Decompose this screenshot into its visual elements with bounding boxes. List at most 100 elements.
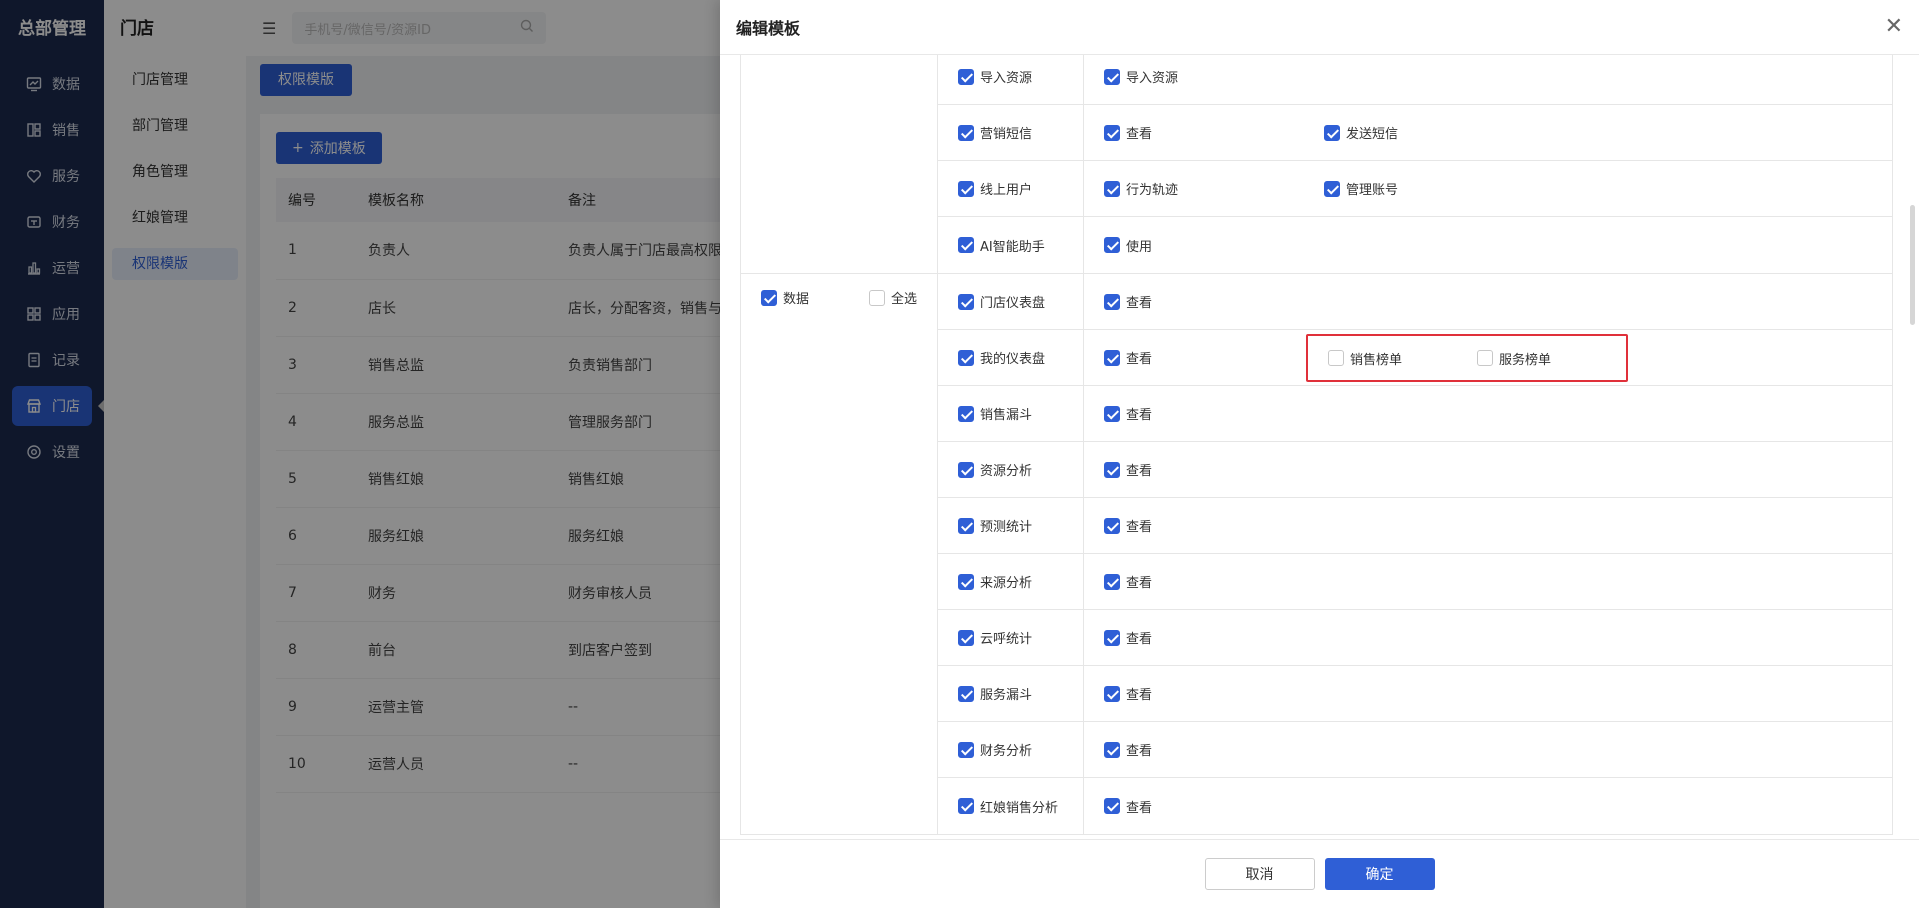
permission-label: 管理账号 — [1346, 183, 1399, 198]
permissions-cell: 导入资源 — [1084, 55, 1892, 104]
checkbox[interactable] — [1324, 180, 1340, 197]
module-checkbox[interactable]: 门店仪表盘 — [958, 292, 1083, 311]
permissions-cell: 使用 — [1084, 217, 1892, 273]
permission-label: 资源分析 — [980, 464, 1033, 479]
module-checkbox[interactable]: 财务分析 — [958, 740, 1083, 759]
checkbox[interactable] — [958, 798, 974, 814]
highlighted-permissions: 销售榜单 服务榜单 — [1306, 334, 1628, 382]
checkbox[interactable] — [958, 180, 974, 197]
drawer-body: 导入资源 导入资源 营销短信 查看 发送短信 线上用户 行为轨迹 管理账号 AI智能助手 使用 数… — [720, 55, 1919, 839]
checkbox[interactable] — [1104, 237, 1120, 253]
permission-checkbox[interactable]: 查看 — [1104, 684, 1324, 703]
checkbox[interactable] — [1104, 180, 1120, 197]
checkbox[interactable] — [1104, 741, 1120, 758]
checkbox[interactable] — [1104, 517, 1120, 534]
permission-label: 我的仪表盘 — [980, 352, 1046, 367]
permission-checkbox[interactable]: 查看 — [1104, 292, 1324, 311]
permission-row: 营销短信 查看 发送短信 — [938, 105, 1892, 161]
permission-group-1: 导入资源 导入资源营销短信 查看 发送短信线上用户 行为轨迹 管理账号 AI智能助手 使用 — [741, 55, 1892, 274]
checkbox[interactable] — [958, 517, 974, 534]
checkbox[interactable] — [958, 237, 974, 253]
checkbox[interactable] — [1104, 293, 1120, 310]
permission-grid: 导入资源 导入资源 营销短信 查看 发送短信 线上用户 行为轨迹 管理账号 AI智能助手 使用 数… — [740, 55, 1893, 835]
permission-row: 我的仪表盘 查看 销售榜单 服务榜单 — [938, 330, 1892, 386]
scrollbar[interactable] — [1910, 205, 1915, 325]
checkbox[interactable] — [958, 685, 974, 702]
permission-checkbox[interactable]: 查看 — [1104, 404, 1324, 423]
module-checkbox[interactable]: 服务漏斗 — [958, 684, 1083, 703]
permission-checkbox[interactable]: 查看 — [1104, 123, 1324, 142]
permission-checkbox[interactable]: 查看 — [1104, 740, 1324, 759]
module-checkbox[interactable]: 云呼统计 — [958, 628, 1083, 647]
checkbox[interactable] — [1104, 461, 1120, 478]
permission-label: 查看 — [1126, 632, 1153, 647]
permission-label: 查看 — [1126, 744, 1153, 759]
group-label-data: 数据 — [783, 292, 810, 307]
permission-label: 门店仪表盘 — [980, 296, 1046, 311]
module-checkbox[interactable]: 线上用户 — [958, 179, 1083, 198]
permission-checkbox[interactable]: 导入资源 — [1104, 67, 1324, 86]
permission-checkbox[interactable]: 服务榜单 — [1477, 349, 1626, 368]
select-all-checkbox[interactable]: 全选 — [869, 288, 917, 307]
permission-checkbox[interactable]: 查看 — [1104, 460, 1324, 479]
permission-label: 行为轨迹 — [1126, 183, 1179, 198]
checkbox[interactable] — [1324, 124, 1340, 141]
permission-label: 财务分析 — [980, 744, 1033, 759]
checkbox[interactable] — [958, 629, 974, 646]
permission-label: 查看 — [1126, 464, 1153, 479]
checkbox[interactable] — [958, 124, 974, 141]
checkbox[interactable] — [958, 741, 974, 758]
permission-row: AI智能助手 使用 — [938, 217, 1892, 273]
checkbox[interactable] — [1104, 573, 1120, 590]
cancel-button[interactable]: 取消 — [1204, 858, 1315, 890]
module-checkbox[interactable]: 销售漏斗 — [958, 404, 1083, 423]
permission-label: 查看 — [1126, 688, 1153, 703]
checkbox[interactable] — [1477, 350, 1493, 366]
permission-label: 营销短信 — [980, 127, 1033, 142]
checkbox[interactable] — [1104, 685, 1120, 702]
checkbox[interactable] — [1104, 629, 1120, 646]
checkbox[interactable] — [958, 68, 974, 85]
permission-checkbox[interactable]: 销售榜单 — [1328, 349, 1477, 368]
checkbox[interactable] — [1104, 68, 1120, 85]
checkbox[interactable] — [958, 349, 974, 366]
module-checkbox[interactable]: 红娘销售分析 — [958, 797, 1083, 816]
module-cell: 服务漏斗 — [938, 666, 1084, 721]
checkbox[interactable] — [1104, 798, 1120, 814]
checkbox[interactable] — [1328, 350, 1344, 366]
group-checkbox-data[interactable]: 数据 — [761, 288, 809, 307]
checkbox[interactable] — [1104, 405, 1120, 422]
permission-row: 线上用户 行为轨迹 管理账号 — [938, 161, 1892, 217]
permission-label: 查看 — [1126, 296, 1153, 311]
permission-checkbox[interactable]: 管理账号 — [1324, 179, 1544, 198]
permission-checkbox[interactable]: 发送短信 — [1324, 123, 1544, 142]
checkbox[interactable] — [761, 289, 777, 306]
module-checkbox[interactable]: 导入资源 — [958, 67, 1083, 86]
module-checkbox[interactable]: 资源分析 — [958, 460, 1083, 479]
module-checkbox[interactable]: 我的仪表盘 — [958, 348, 1083, 367]
checkbox[interactable] — [958, 573, 974, 590]
permission-checkbox[interactable]: 行为轨迹 — [1104, 179, 1324, 198]
module-checkbox[interactable]: 营销短信 — [958, 123, 1083, 142]
module-checkbox[interactable]: AI智能助手 — [958, 236, 1083, 255]
confirm-button[interactable]: 确定 — [1324, 858, 1435, 890]
permission-checkbox[interactable]: 查看 — [1104, 348, 1324, 367]
checkbox[interactable] — [958, 293, 974, 310]
module-checkbox[interactable]: 预测统计 — [958, 516, 1083, 535]
permission-checkbox[interactable]: 查看 — [1104, 797, 1324, 816]
checkbox[interactable] — [1104, 349, 1120, 366]
checkbox[interactable] — [958, 461, 974, 478]
module-cell: 营销短信 — [938, 105, 1084, 160]
checkbox[interactable] — [958, 405, 974, 422]
permission-label: 发送短信 — [1346, 127, 1399, 142]
module-checkbox[interactable]: 来源分析 — [958, 572, 1083, 591]
permission-checkbox[interactable]: 查看 — [1104, 516, 1324, 535]
close-icon[interactable]: ✕ — [1885, 16, 1903, 38]
checkbox[interactable] — [1104, 124, 1120, 141]
checkbox[interactable] — [869, 289, 885, 306]
permission-checkbox[interactable]: 查看 — [1104, 628, 1324, 647]
permission-label: 查看 — [1126, 352, 1153, 367]
permissions-cell: 查看 — [1084, 442, 1892, 497]
permission-checkbox[interactable]: 使用 — [1104, 236, 1324, 255]
permission-checkbox[interactable]: 查看 — [1104, 572, 1324, 591]
